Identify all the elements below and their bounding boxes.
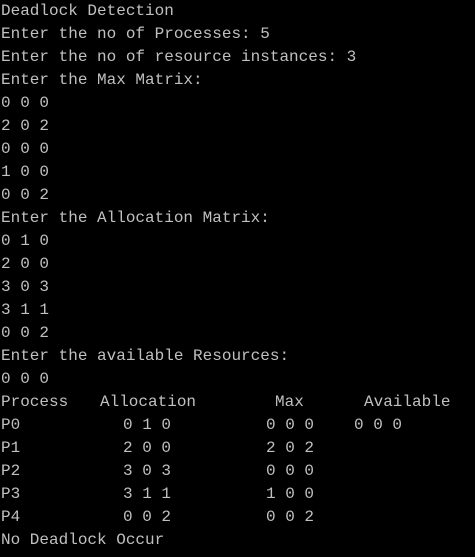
cell-max: 1 0 0	[266, 485, 315, 503]
header-available: Available	[364, 393, 451, 411]
header-process: Process	[1, 393, 69, 411]
header-max: Max	[275, 393, 304, 411]
max-input-row: 0 0 0	[1, 140, 50, 158]
table-row: P4 0 0 2 0 0 2	[1, 506, 475, 529]
cell-allocation: 3 0 3	[123, 462, 172, 480]
cell-max: 0 0 0	[266, 416, 315, 434]
cell-max: 0 0 2	[266, 508, 315, 526]
cell-max: 0 0 0	[266, 462, 315, 480]
allocation-input-row: 0 0 2	[1, 324, 50, 342]
program-title: Deadlock Detection	[1, 2, 174, 20]
cell-allocation: 0 1 0	[123, 416, 172, 434]
cell-process: P2	[1, 462, 21, 480]
instances-prompt: Enter the no of resource instances: 3	[1, 48, 357, 66]
header-allocation: Allocation	[100, 393, 197, 411]
max-matrix-prompt: Enter the Max Matrix:	[1, 71, 203, 89]
console-window: Deadlock Detection Enter the no of Proce…	[0, 0, 475, 557]
cell-allocation: 2 0 0	[123, 439, 172, 457]
result-text: No Deadlock Occur	[1, 531, 165, 549]
table-header: Process Allocation Max Available	[1, 391, 475, 414]
max-input-row: 2 0 2	[1, 117, 50, 135]
allocation-input-row: 3 1 1	[1, 301, 50, 319]
available-prompt: Enter the available Resources:	[1, 347, 290, 365]
cell-process: P1	[1, 439, 21, 457]
max-input-row: 1 0 0	[1, 163, 50, 181]
allocation-input-row: 3 0 3	[1, 278, 50, 296]
table-row: P3 3 1 1 1 0 0	[1, 483, 475, 506]
cell-process: P4	[1, 508, 21, 526]
cell-process: P0	[1, 416, 21, 434]
processes-prompt: Enter the no of Processes: 5	[1, 25, 270, 43]
cell-available: 0 0 0	[354, 416, 403, 434]
table-row: P0 0 1 0 0 0 0 0 0 0	[1, 414, 475, 437]
available-input-row: 0 0 0	[1, 370, 50, 388]
cell-allocation: 0 0 2	[123, 508, 172, 526]
max-input-row: 0 0 0	[1, 94, 50, 112]
allocation-input-row: 0 1 0	[1, 232, 50, 250]
cell-max: 2 0 2	[266, 439, 315, 457]
table-row: P1 2 0 0 2 0 2	[1, 437, 475, 460]
cell-allocation: 3 1 1	[123, 485, 172, 503]
cell-process: P3	[1, 485, 21, 503]
allocation-input-row: 2 0 0	[1, 255, 50, 273]
table-row: P2 3 0 3 0 0 0	[1, 460, 475, 483]
allocation-matrix-prompt: Enter the Allocation Matrix:	[1, 209, 270, 227]
max-input-row: 0 0 2	[1, 186, 50, 204]
